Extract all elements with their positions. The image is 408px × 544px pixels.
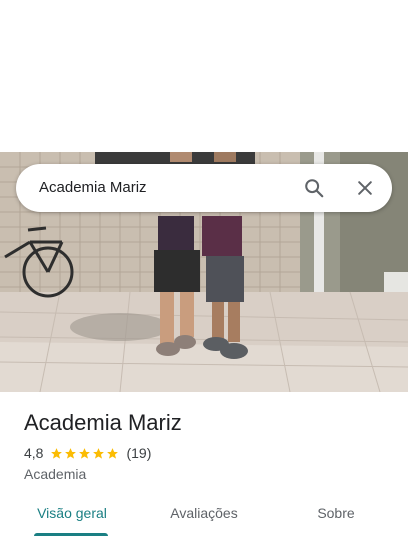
place-tabs: Visão geral Avaliações Sobre xyxy=(0,494,408,536)
rating-stars xyxy=(50,447,120,460)
star-icon xyxy=(79,447,91,459)
search-icon[interactable] xyxy=(302,176,326,200)
star-icon xyxy=(93,447,105,459)
tab-reviews[interactable]: Avaliações xyxy=(154,494,254,536)
tab-overview[interactable]: Visão geral xyxy=(22,494,122,536)
tab-about[interactable]: Sobre xyxy=(296,494,376,536)
star-icon xyxy=(51,447,63,459)
rating-row[interactable]: 4,8 (19) xyxy=(24,443,151,463)
active-tab-indicator xyxy=(34,533,108,536)
place-category: Academia xyxy=(24,466,87,482)
rating-value: 4,8 xyxy=(24,445,44,461)
place-title: Academia Mariz xyxy=(24,410,182,435)
star-icon xyxy=(65,447,77,459)
search-bar[interactable]: Academia Mariz xyxy=(16,164,392,212)
star-icon xyxy=(107,447,119,459)
close-icon[interactable] xyxy=(353,176,377,200)
search-input[interactable]: Academia Mariz xyxy=(39,164,147,212)
review-count: (19) xyxy=(126,445,152,461)
